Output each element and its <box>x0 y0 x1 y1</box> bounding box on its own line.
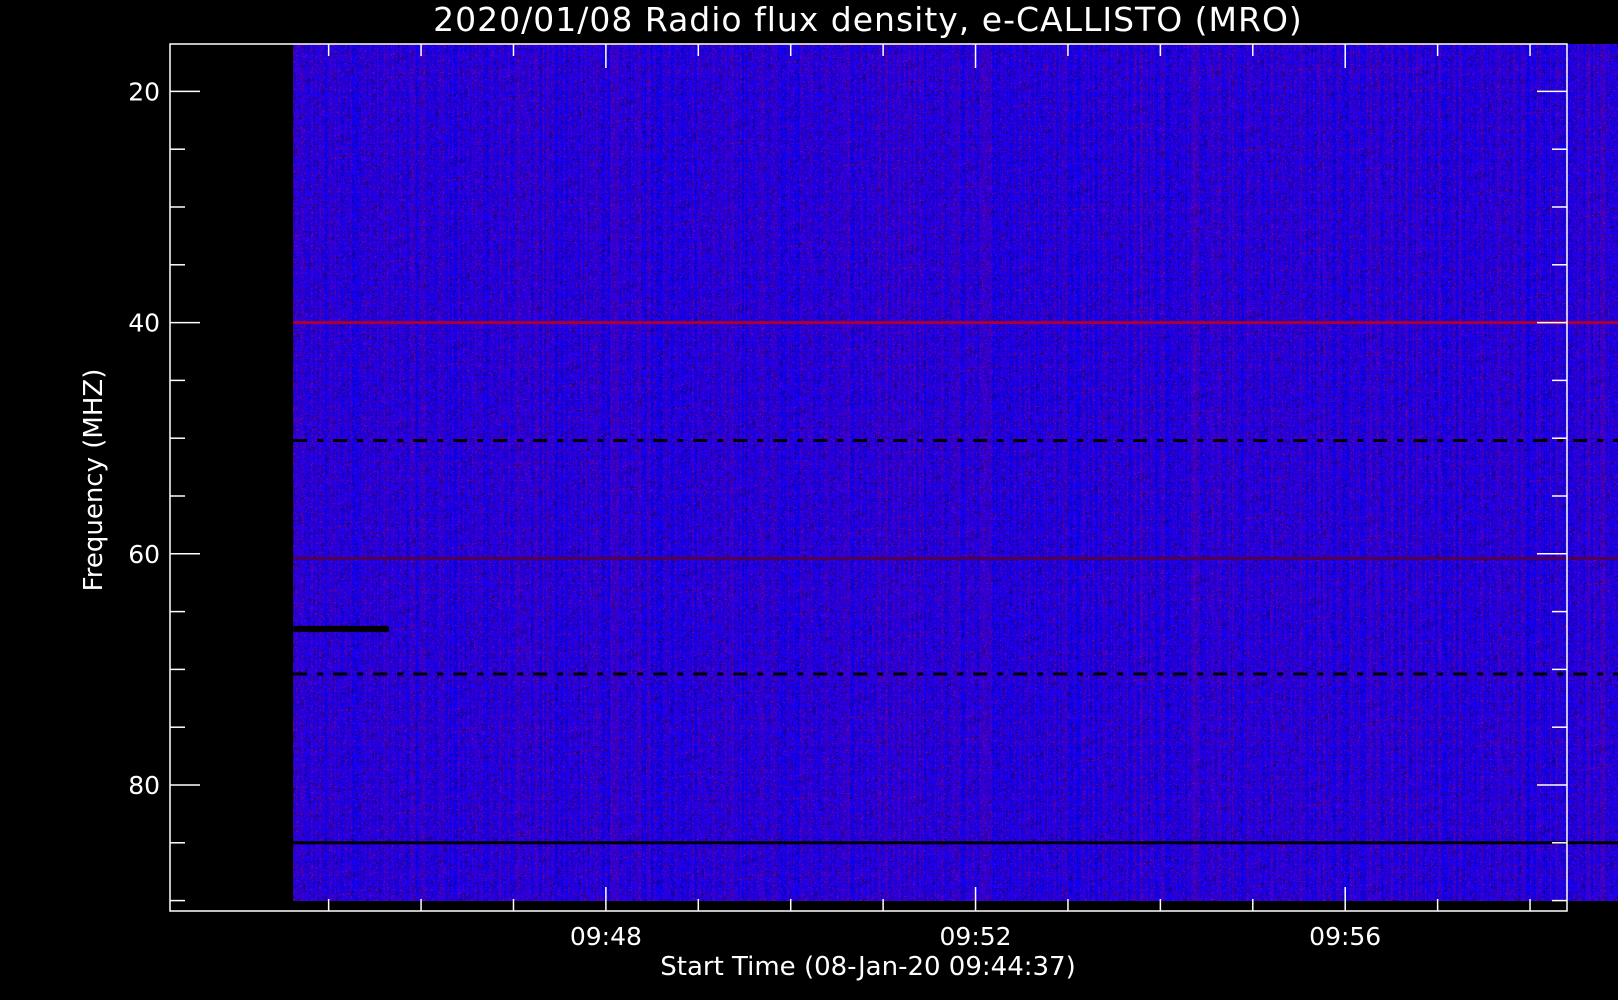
x-tick-label-0: 09:48 <box>570 922 642 951</box>
chart-title: 2020/01/08 Radio flux density, e-CALLIST… <box>433 0 1303 39</box>
y-tick-label-40: 40 <box>128 309 160 338</box>
x-tick-label-1: 09:52 <box>940 922 1012 951</box>
spectrogram-image <box>293 44 1618 901</box>
x-axis-label: Start Time (08-Jan-20 09:44:37) <box>660 952 1075 982</box>
y-axis-label: Frequency (MHZ) <box>79 369 109 592</box>
x-tick-label-2: 09:56 <box>1309 922 1381 951</box>
spectrogram-heatmap <box>293 44 1618 901</box>
y-tick-label-80: 80 <box>128 771 160 800</box>
y-tick-label-60: 60 <box>128 540 160 569</box>
spectrogram-chart: 2020/01/08 Radio flux density, e-CALLIST… <box>79 0 1618 982</box>
y-tick-label-20: 20 <box>128 77 160 106</box>
